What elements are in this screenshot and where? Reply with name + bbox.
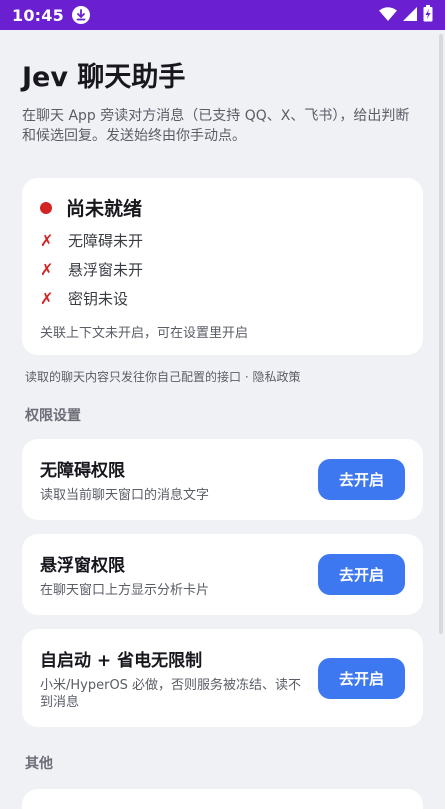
check-item-accessibility: ✗ 无障碍未开 — [40, 230, 405, 250]
permission-desc: 在聊天窗口上方显示分析卡片 — [40, 582, 210, 598]
readiness-header: 尚未就绪 — [40, 194, 405, 221]
cross-icon: ✗ — [40, 230, 54, 250]
readiness-title: 尚未就绪 — [66, 198, 143, 220]
permission-card-accessibility: 无障碍权限 读取当前聊天窗口的消息文字 去开启 — [22, 439, 423, 520]
status-time: 10:45 — [12, 5, 64, 25]
page-title: Jev 聊天助手 — [22, 62, 186, 93]
permission-text: 悬浮窗权限 在聊天窗口上方显示分析卡片 — [40, 551, 304, 599]
permission-title: 无障碍权限 — [40, 460, 125, 481]
permissions-section-title: 权限设置 — [25, 408, 81, 424]
permission-title: 自启动 + 省电无限制 — [40, 650, 203, 671]
wifi-icon — [379, 6, 397, 25]
status-bar: 10:45 — [0, 0, 445, 30]
other-section-title: 其他 — [25, 756, 53, 772]
context-note: 关联上下文未开启，可在设置里开启 — [40, 326, 249, 341]
permission-text: 自启动 + 省电无限制 小米/HyperOS 必做，否则服务被冻结、读不到消息 — [40, 646, 304, 711]
check-label: 密钥未设 — [68, 289, 129, 308]
check-label: 无障碍未开 — [68, 231, 144, 250]
check-item-overlay: ✗ 悬浮窗未开 — [40, 259, 405, 279]
check-label: 悬浮窗未开 — [68, 260, 144, 279]
permission-title: 悬浮窗权限 — [40, 555, 125, 576]
permission-desc: 读取当前聊天窗口的消息文字 — [40, 487, 210, 503]
status-dot-icon — [40, 201, 52, 214]
scrollbar[interactable] — [439, 34, 443, 634]
cross-icon: ✗ — [40, 288, 54, 308]
battery-charging-icon — [423, 4, 433, 26]
enable-accessibility-button[interactable]: 去开启 — [318, 459, 405, 500]
permission-card-overlay: 悬浮窗权限 在聊天窗口上方显示分析卡片 去开启 — [22, 534, 423, 615]
permission-card-autostart: 自启动 + 省电无限制 小米/HyperOS 必做，否则服务被冻结、读不到消息 … — [22, 629, 423, 727]
permission-desc: 小米/HyperOS 必做，否则服务被冻结、读不到消息 — [40, 677, 302, 710]
page-subtitle: 在聊天 App 旁读对方消息（已支持 QQ、X、飞书），给出判断和候选回复。发送… — [22, 108, 410, 144]
check-item-key: ✗ 密钥未设 — [40, 288, 405, 308]
enable-autostart-button[interactable]: 去开启 — [318, 657, 405, 699]
other-card — [22, 789, 423, 809]
signal-icon — [403, 6, 417, 25]
cross-icon: ✗ — [40, 259, 54, 279]
privacy-note[interactable]: 读取的聊天内容只发往你自己配置的接口 · 隐私政策 — [25, 368, 423, 385]
download-icon — [71, 6, 90, 24]
permission-text: 无障碍权限 读取当前聊天窗口的消息文字 — [40, 456, 304, 504]
enable-overlay-button[interactable]: 去开启 — [318, 554, 405, 595]
main-content: Jev 聊天助手 在聊天 App 旁读对方消息（已支持 QQ、X、飞书），给出判… — [22, 30, 423, 809]
readiness-card: 尚未就绪 ✗ 无障碍未开 ✗ 悬浮窗未开 ✗ 密钥未设 关联上下文未开启，可在设… — [22, 178, 423, 355]
